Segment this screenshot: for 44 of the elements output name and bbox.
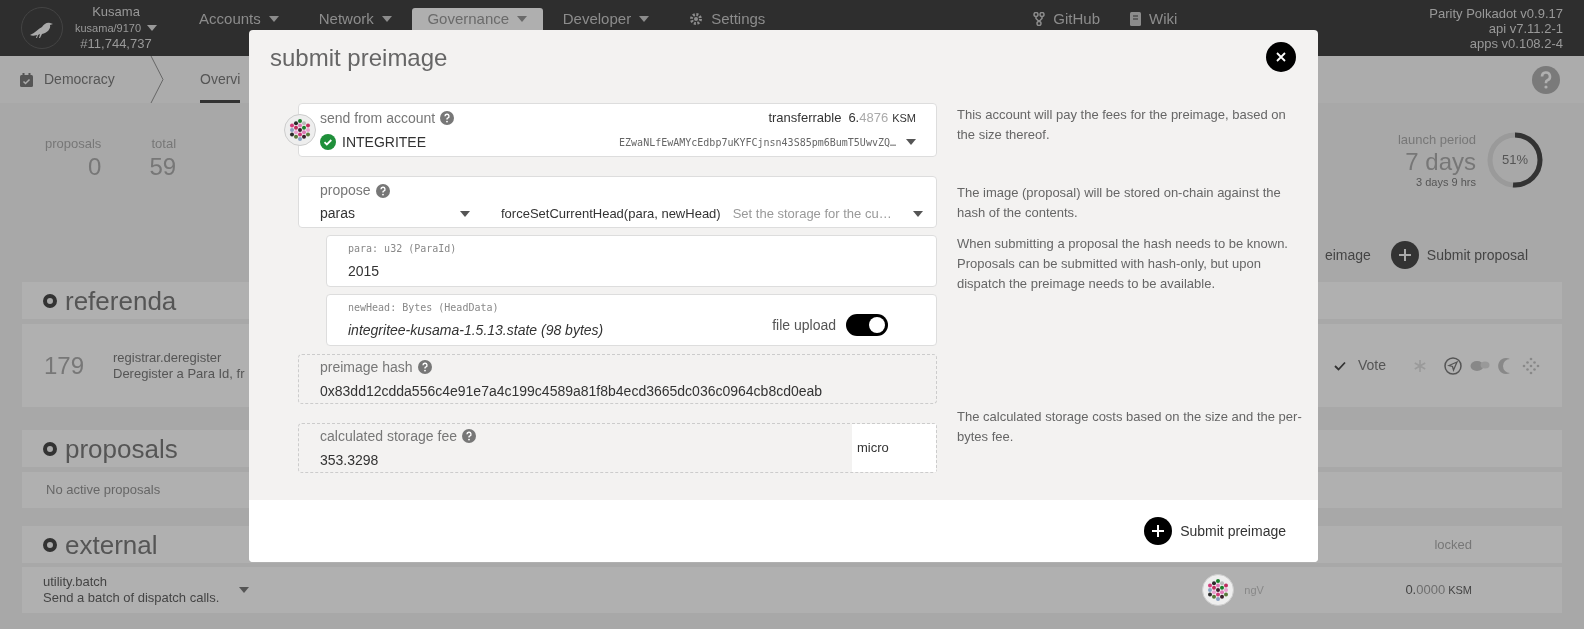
toggle-label: file upload bbox=[772, 315, 836, 335]
field-label: propose bbox=[320, 181, 371, 200]
account-name: INTEGRITEE bbox=[342, 132, 426, 152]
account-address: EZwaNLfEwAMYcEdbp7uKYFCjnsn43S85pm6BumT5UwvZQ… bbox=[619, 135, 896, 150]
chain-name: Kusama bbox=[92, 4, 140, 20]
section-title: referenda bbox=[65, 285, 177, 316]
help-text: This account will pay the fees for the preimage, based on the size thereof. bbox=[957, 106, 1287, 144]
balance-integer: 6. bbox=[848, 109, 860, 128]
section-title: external bbox=[65, 529, 158, 560]
empty-message: No active proposals bbox=[46, 481, 161, 500]
version-text: apps v0.108.2-4 bbox=[1469, 35, 1563, 51]
help-text: The image (proposal) will be stored on-chain against the hash of the contents. bbox=[957, 184, 1282, 222]
field-label: calculated storage fee bbox=[320, 426, 457, 446]
balance-label: transferrable bbox=[768, 109, 842, 128]
help-text: When submitting a proposal the hash needs to be known. Proposals can be submitted with hash-only, but upon dispatch the preimage needs to be available. bbox=[957, 235, 1289, 293]
balance-unit: KSM bbox=[892, 111, 916, 127]
hash-value: 0x83dd12cdda556c4e91e7a4c199c4589a81f8b4ecd3665dc036c0964cb8cd0eab bbox=[320, 381, 824, 401]
balance-fraction: 4876 bbox=[859, 109, 889, 128]
version-text: api v7.11.2-1 bbox=[1488, 20, 1563, 36]
call-name: registrar.deregister bbox=[113, 349, 223, 366]
field-value: 2015 bbox=[348, 261, 380, 281]
field-label: send from account bbox=[320, 108, 436, 128]
section-title: proposals bbox=[65, 433, 178, 464]
field-label: preimage hash bbox=[320, 357, 413, 377]
field-label: newHead: Bytes (HeadData) bbox=[348, 300, 500, 315]
column-header: locked bbox=[1434, 535, 1472, 554]
progress-reading: 51% bbox=[1501, 152, 1529, 168]
runtime-version: kusama/9170 bbox=[75, 21, 142, 36]
call-description: Deregister a Para Id, fr bbox=[113, 365, 245, 382]
fee-value: 353.3298 bbox=[320, 450, 380, 470]
modal-title: submit preimage bbox=[270, 43, 448, 73]
call-name: utility.batch bbox=[43, 574, 109, 590]
balance-fraction: 0000 bbox=[1416, 581, 1446, 600]
call-description: Send a batch of dispatch calls. bbox=[43, 590, 220, 606]
help-text: The calculated storage costs based on the size and the per-bytes fee. bbox=[957, 408, 1302, 446]
field-label: para: u32 (ParaId) bbox=[348, 241, 458, 256]
version-text: Parity Polkadot v0.9.17 bbox=[1429, 5, 1563, 21]
referendum-index: 179 bbox=[44, 350, 86, 381]
balance-unit: KSM bbox=[1448, 583, 1472, 599]
time-remaining: 3 days 9 hrs bbox=[1416, 175, 1476, 189]
section-title: Democracy bbox=[44, 70, 115, 89]
balance-integer: 0. bbox=[1405, 581, 1417, 600]
block-number: #11,744,737 bbox=[80, 36, 152, 52]
file-name: integritee-kusama-1.5.13.state (98 bytes) bbox=[348, 320, 604, 340]
